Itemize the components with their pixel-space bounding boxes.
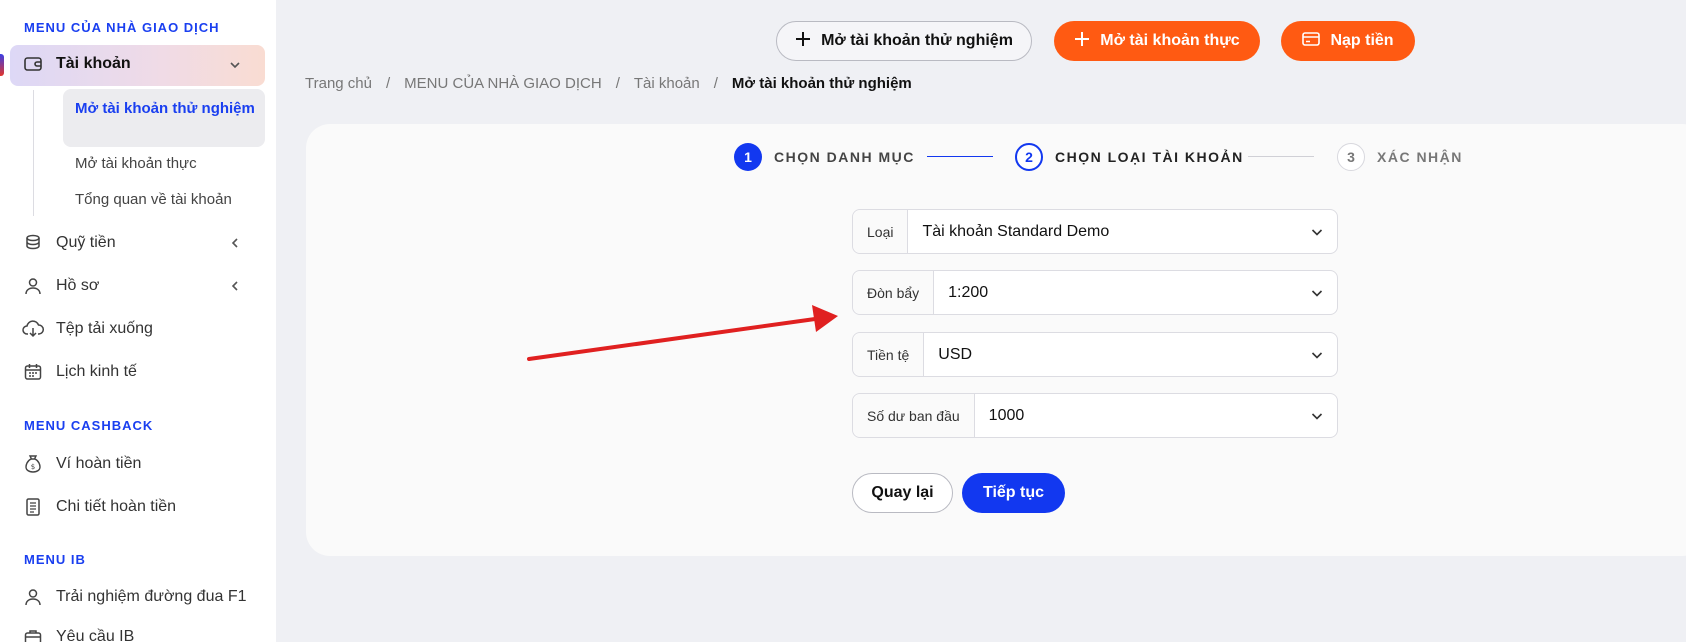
breadcrumb-current: Mở tài khoản thử nghiệm <box>731 75 912 92</box>
sidebar-subitem-account-overview[interactable]: Tổng quan về tài khoản <box>75 191 232 208</box>
leverage-label: Đòn bẩy <box>853 271 935 314</box>
sidebar-item-f1-experience[interactable]: Trải nghiệm đường đua F1 <box>22 583 246 611</box>
initial-balance-value: 1000 <box>988 406 1025 424</box>
account-type-select[interactable]: Loại Tài khoản Standard Demo <box>852 209 1338 254</box>
active-indicator <box>0 54 4 76</box>
currency-label: Tiền tệ <box>853 333 925 376</box>
sidebar-item-label: Trải nghiệm đường đua F1 <box>56 588 247 605</box>
leverage-value: 1:200 <box>948 283 989 301</box>
breadcrumb-trader-menu[interactable]: MENU CỦA NHÀ GIAO DỊCH <box>404 75 602 92</box>
sidebar-subitem-demo-account[interactable]: Mở tài khoản thử nghiệm <box>63 89 265 147</box>
open-real-account-label: Mở tài khoản thực <box>1100 32 1240 49</box>
sidebar-item-ib-request[interactable]: Yêu cầu IB <box>22 623 134 642</box>
breadcrumb-home[interactable]: Trang chủ <box>305 75 372 92</box>
sidebar-item-profile[interactable]: Hồ sơ <box>22 272 99 300</box>
sidebar-item-cashback-details[interactable]: Chi tiết hoàn tiền <box>22 493 176 521</box>
currency-value: USD <box>938 345 973 363</box>
open-real-account-button[interactable]: Mở tài khoản thực <box>1054 21 1260 61</box>
sidebar-item-label: Lịch kinh tế <box>56 363 137 380</box>
deposit-label: Nạp tiền <box>1330 32 1394 49</box>
money-bag-icon: $ <box>22 453 44 475</box>
sidebar: MENU CỦA NHÀ GIAO DỊCH Tài khoản Mở tài … <box>0 0 276 642</box>
back-button[interactable]: Quay lại <box>852 473 953 513</box>
sidebar-item-label: Ví hoàn tiền <box>56 455 142 472</box>
step-number: 1 <box>734 143 762 171</box>
sidebar-item-downloads[interactable]: Tệp tải xuống <box>22 315 153 343</box>
step-number: 2 <box>1015 143 1043 171</box>
chevron-down-icon <box>1297 333 1337 376</box>
plus-icon <box>1074 31 1090 52</box>
step-choose-category: 1 CHỌN DANH MỤC <box>734 142 915 172</box>
briefcase-icon <box>22 626 44 642</box>
sidebar-item-label: Chi tiết hoàn tiền <box>56 498 177 515</box>
breadcrumb-separator: / <box>385 75 391 92</box>
chevron-left-icon <box>228 236 242 250</box>
step-label: XÁC NHẬN <box>1377 149 1463 165</box>
chevron-down-icon <box>1297 210 1337 253</box>
step-label: CHỌN LOẠI TÀI KHOẢN <box>1055 149 1244 165</box>
user-icon <box>22 586 44 608</box>
user-icon <box>22 275 44 297</box>
open-demo-account-button[interactable]: Mở tài khoản thử nghiệm <box>776 21 1032 61</box>
document-icon <box>22 496 44 518</box>
sidebar-item-label: Hồ sơ <box>56 277 100 294</box>
wallet-icon <box>23 54 43 79</box>
coins-icon <box>22 232 44 254</box>
account-type-label: Loại <box>853 210 909 253</box>
ib-menu-title: MENU IB <box>24 552 86 567</box>
step-number: 3 <box>1337 143 1365 171</box>
step-confirm: 3 XÁC NHẬN <box>1337 142 1463 172</box>
breadcrumb-account[interactable]: Tài khoản <box>634 75 700 92</box>
svg-text:$: $ <box>31 463 35 471</box>
chevron-left-icon <box>228 279 242 293</box>
sidebar-item-economic-calendar[interactable]: Lịch kinh tế <box>22 358 137 386</box>
cashback-menu-title: MENU CASHBACK <box>24 418 154 433</box>
sidebar-item-label: Quỹ tiền <box>56 234 116 251</box>
sidebar-item-account[interactable]: Tài khoản <box>10 45 265 86</box>
deposit-button[interactable]: Nạp tiền <box>1281 21 1415 61</box>
cloud-download-icon <box>22 318 44 340</box>
chevron-down-icon <box>228 58 242 72</box>
step-label: CHỌN DANH MỤC <box>774 149 915 165</box>
sidebar-item-cashback-wallet[interactable]: $ Ví hoàn tiền <box>22 450 141 478</box>
sidebar-subitem-real-account[interactable]: Mở tài khoản thực <box>75 155 197 172</box>
currency-select[interactable]: Tiền tệ USD <box>852 332 1338 377</box>
initial-balance-label: Số dư ban đầu <box>853 394 975 437</box>
open-demo-account-label: Mở tài khoản thử nghiệm <box>821 32 1013 49</box>
plus-icon <box>795 31 811 52</box>
submenu-guide-line <box>33 90 34 216</box>
sidebar-item-label: Tài khoản <box>56 55 131 72</box>
card-icon <box>1302 31 1321 51</box>
breadcrumb: Trang chủ / MENU CỦA NHÀ GIAO DỊCH / Tài… <box>305 75 912 92</box>
sidebar-subitem-label: Mở tài khoản thử nghiệm <box>75 100 255 117</box>
continue-button[interactable]: Tiếp tục <box>962 473 1065 513</box>
step-choose-account-type: 2 CHỌN LOẠI TÀI KHOẢN <box>1015 142 1244 172</box>
step-connector <box>927 156 993 157</box>
breadcrumb-separator: / <box>713 75 718 92</box>
initial-balance-select[interactable]: Số dư ban đầu 1000 <box>852 393 1338 438</box>
sidebar-item-label: Yêu cầu IB <box>56 628 135 642</box>
account-type-value: Tài khoản Standard Demo <box>922 222 1110 240</box>
calendar-icon <box>22 361 44 383</box>
chevron-down-icon <box>1297 271 1337 314</box>
leverage-select[interactable]: Đòn bẩy 1:200 <box>852 270 1338 315</box>
sidebar-item-label: Tệp tải xuống <box>56 320 153 337</box>
trader-menu-title: MENU CỦA NHÀ GIAO DỊCH <box>24 20 220 35</box>
sidebar-item-funds[interactable]: Quỹ tiền <box>22 229 116 257</box>
step-connector <box>1248 156 1314 157</box>
chevron-down-icon <box>1297 394 1337 437</box>
breadcrumb-separator: / <box>615 75 620 92</box>
